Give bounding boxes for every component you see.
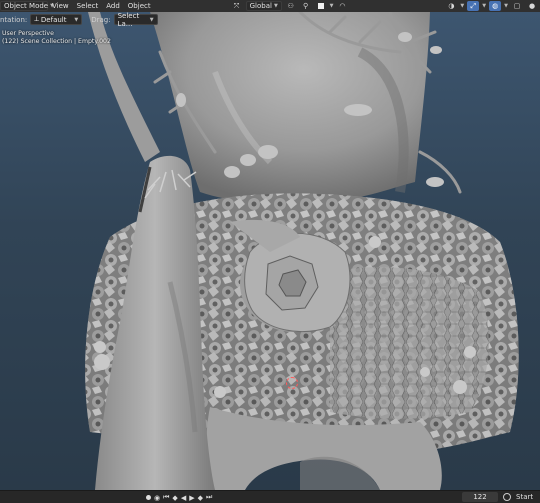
start-label: Start [516, 493, 534, 501]
jump-end-icon[interactable]: ⏭ [206, 493, 212, 502]
collection-info: (122) Scene Collection | Empty.002 [2, 38, 111, 45]
play-icon[interactable]: ▶ [189, 494, 194, 502]
menu-add[interactable]: Add [102, 1, 124, 11]
snap-icon[interactable]: ⚲ [300, 1, 312, 11]
falloff-icon[interactable]: ◠ [336, 1, 348, 11]
chevron-down-icon: ▼ [149, 16, 154, 23]
shading-solid-icon[interactable]: ● [526, 1, 538, 11]
clock-icon[interactable] [503, 493, 511, 501]
3d-cursor-icon[interactable] [286, 377, 298, 389]
menu-view[interactable]: View [48, 1, 73, 11]
current-frame-field[interactable]: 122 [462, 492, 498, 502]
object-mode-dropdown[interactable]: Object Mode ▼ [0, 1, 54, 11]
3d-viewport[interactable]: User Perspective (122) Scene Collection … [0, 12, 540, 490]
menu-select[interactable]: Select [73, 1, 103, 11]
menu-object[interactable]: Object [124, 1, 155, 11]
playback-controls: ◉ ⏮ ◆ ◀ ▶ ◆ ⏭ [146, 492, 212, 503]
play-reverse-icon[interactable]: ◀ [181, 494, 186, 502]
gizmo-icon[interactable]: ⤢ [467, 1, 480, 11]
xray-icon[interactable]: ▢ [511, 1, 523, 11]
chevron-down-icon: ▼ [273, 3, 278, 9]
visibility-icon[interactable]: ◑ [445, 1, 457, 11]
viewport-header: Object Mode ▼ View Select Add Object ⤧ G… [0, 0, 540, 12]
drag-dropdown[interactable]: Select La... ▼ [113, 11, 158, 28]
white-square-icon [317, 3, 324, 9]
overlay-icon[interactable]: ◍ [489, 1, 502, 11]
chevron-down-icon: ▼ [329, 3, 334, 9]
chevron-down-icon: ▼ [460, 3, 465, 9]
prev-keyframe-icon[interactable]: ◆ [172, 494, 177, 502]
drag-value: Select La... [117, 11, 140, 28]
transform-orientation-icon[interactable]: ⤧ [231, 1, 243, 11]
sculpt-model [85, 12, 519, 490]
orientation-label: ntation: [0, 15, 28, 24]
pivot-point-icon[interactable]: ⚇ [285, 1, 297, 11]
keyframe-toggle-icon[interactable]: ◉ [154, 494, 160, 502]
timeline-bar: ◉ ⏮ ◆ ◀ ▶ ◆ ⏭ 122 Start [0, 490, 540, 503]
object-mode-label: Object Mode [4, 2, 49, 10]
chevron-down-icon: ▼ [74, 16, 79, 23]
orientation-axis-icon: ⟂ [34, 15, 39, 23]
keyframe-dot-icon[interactable] [146, 495, 151, 500]
orientation-value: Default [40, 15, 67, 24]
tool-settings-bar: ntation: ⟂ Default ▼ Drag: Select La... … [0, 11, 158, 28]
transform-tools: ⤧ Global ▼ ⚇ ⚲ ▼ ◠ [231, 1, 349, 11]
proportional-editing-icon[interactable] [315, 1, 327, 11]
jump-start-icon[interactable]: ⏮ [163, 493, 169, 502]
next-keyframe-icon[interactable]: ◆ [198, 494, 203, 502]
chevron-down-icon: ▼ [482, 3, 487, 9]
transform-orientation-label: Global [249, 2, 272, 10]
chevron-down-icon: ▼ [504, 3, 508, 9]
viewport-info: User Perspective (122) Scene Collection … [2, 30, 111, 46]
drag-label: Drag: [91, 15, 111, 24]
display-tools: ◑ ▼ ⤢ ▼ ◍ ▼ ▢ ● [445, 1, 540, 11]
orientation-dropdown[interactable]: ⟂ Default ▼ [30, 14, 83, 25]
view-name: User Perspective [2, 30, 54, 37]
transform-orientation-dropdown[interactable]: Global ▼ [245, 1, 282, 11]
